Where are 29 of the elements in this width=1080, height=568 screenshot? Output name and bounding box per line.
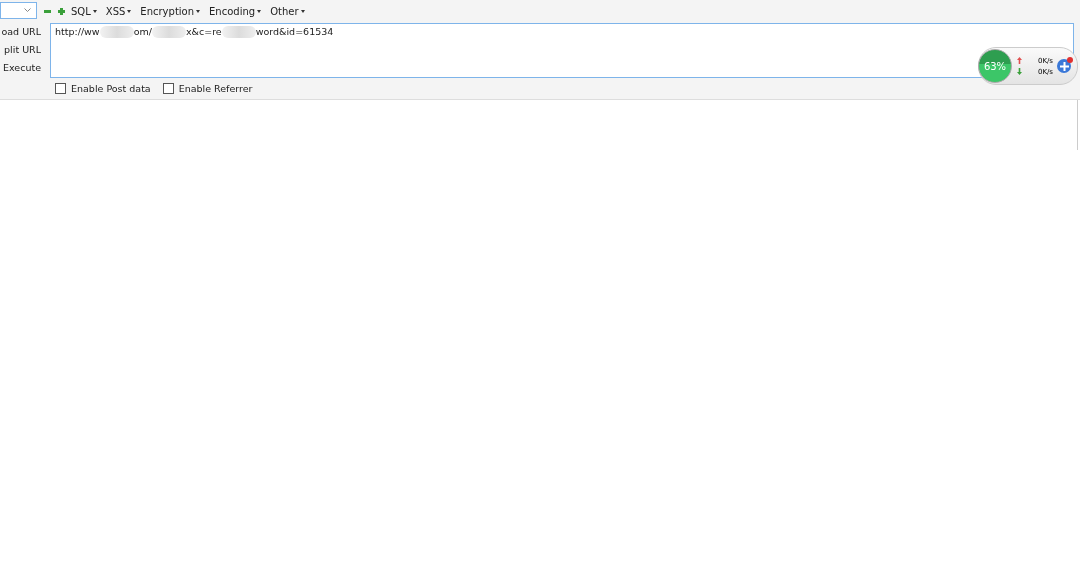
redaction-blur [99, 26, 134, 38]
plus-icon [1059, 61, 1069, 71]
caret-icon [257, 10, 262, 13]
redaction-blur [151, 26, 186, 38]
caret-icon [127, 10, 132, 13]
checkbox[interactable] [162, 83, 174, 94]
menu-button[interactable]: XSS [105, 6, 132, 17]
caret-icon [300, 10, 305, 13]
action-link[interactable]: plit URL [4, 43, 50, 61]
plus-icon[interactable] [58, 8, 65, 15]
action-link[interactable]: oad URL [1, 25, 50, 43]
dropdown-field[interactable] [0, 2, 37, 19]
menu-button[interactable]: Other [270, 6, 305, 17]
download-arrow-icon [1017, 68, 1022, 75]
redaction-blur [221, 26, 256, 38]
add-button[interactable] [1057, 59, 1071, 73]
checkbox-label: Enable Post data [71, 83, 151, 94]
notification-dot [1067, 57, 1073, 63]
caret-icon [24, 8, 31, 13]
caret-icon [92, 10, 97, 13]
checkbox-label: Enable Referrer [178, 83, 253, 94]
action-link[interactable]: Execute [3, 61, 50, 79]
checkbox[interactable] [55, 83, 66, 94]
percent-gauge: 63% [978, 49, 1012, 83]
caret-icon [196, 10, 201, 13]
menu-button[interactable]: SQL [71, 6, 97, 17]
menu-button[interactable]: Encoding [209, 6, 262, 17]
menu-button[interactable]: Encryption [140, 6, 201, 17]
upload-arrow-icon [1017, 57, 1022, 64]
